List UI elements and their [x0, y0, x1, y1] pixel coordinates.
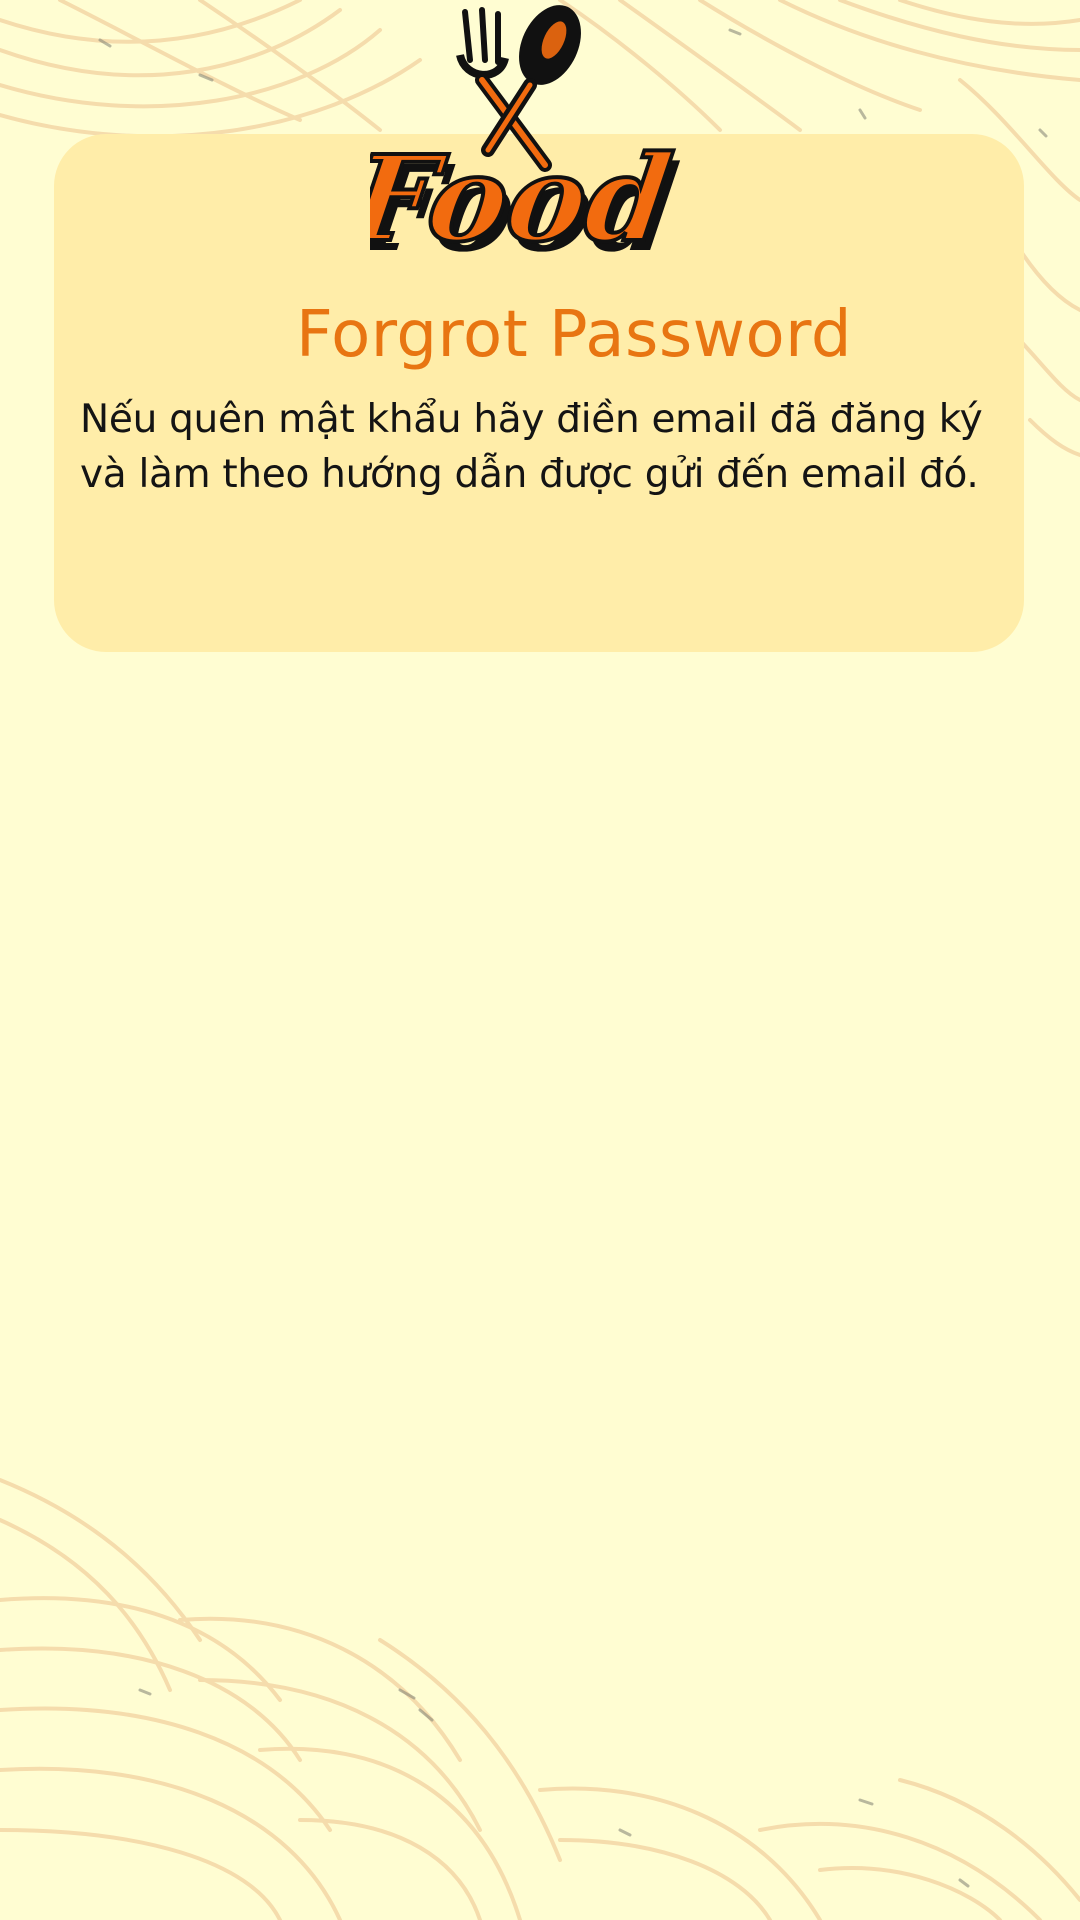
food-logo: Food Food: [370, 5, 686, 275]
forgot-password-screen: Food Food Forgrot Password Nếu quên mật …: [0, 0, 1080, 1920]
food-wordmark: Food Food: [370, 128, 686, 275]
page-title: Forgrot Password: [296, 298, 852, 372]
spoon-icon: [481, 5, 581, 157]
svg-text:Food: Food: [370, 130, 679, 268]
instruction-text: Nếu quên mật khẩu hãy điền email đã đăng…: [80, 397, 983, 497]
